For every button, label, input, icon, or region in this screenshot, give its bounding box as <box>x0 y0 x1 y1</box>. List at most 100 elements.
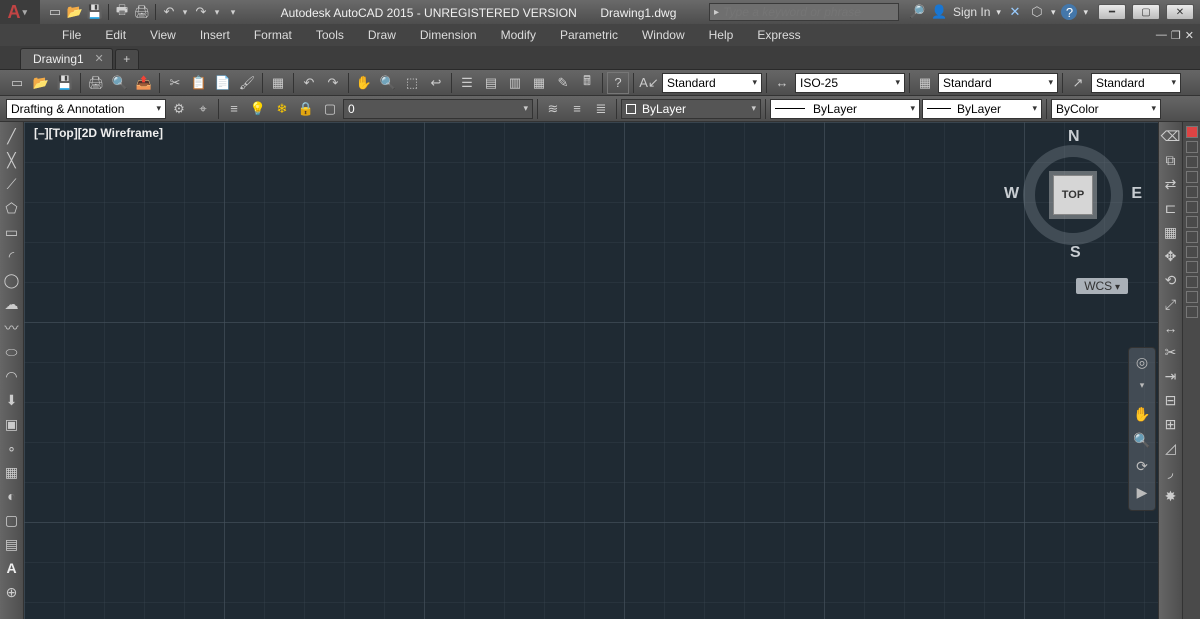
menu-express[interactable]: Express <box>745 24 812 46</box>
zoomwin-icon[interactable]: ⬚ <box>401 72 423 94</box>
palette-item-11[interactable] <box>1186 291 1198 303</box>
publish-icon[interactable]: 📤 <box>133 72 155 94</box>
saveas-icon[interactable]: 🖶 <box>113 3 131 21</box>
tablestyle-icon[interactable]: ▦ <box>914 72 936 94</box>
table-style-combo[interactable]: Standard▾ <box>938 73 1058 93</box>
undo-icon[interactable]: ↶ <box>160 3 178 21</box>
viewcube-top-face[interactable]: TOP <box>1053 175 1093 215</box>
wcs-dropdown[interactable]: WCS ▾ <box>1076 278 1128 294</box>
qnew-icon[interactable]: ▭ <box>6 72 28 94</box>
scale-icon[interactable]: ⤢ <box>1161 294 1181 314</box>
color-control[interactable]: ByLayer▾ <box>621 99 761 119</box>
mtext-icon[interactable]: A <box>2 558 22 578</box>
toolpalettes-icon[interactable]: ▥ <box>504 72 526 94</box>
orbit-icon[interactable]: ⟳ <box>1132 458 1152 478</box>
markup-icon[interactable]: ✎ <box>552 72 574 94</box>
open-icon[interactable]: 📂 <box>66 3 84 21</box>
region-icon[interactable]: ▢ <box>2 510 22 530</box>
copy-icon[interactable]: 📋 <box>188 72 210 94</box>
pline-icon[interactable]: ⟋ <box>2 174 22 194</box>
erase-icon[interactable]: ⌫ <box>1161 126 1181 146</box>
qat-customize-icon[interactable]: ▾ <box>224 3 242 21</box>
compass-e[interactable]: E <box>1131 185 1142 203</box>
point-icon[interactable]: ∘ <box>2 438 22 458</box>
palette-item-9[interactable] <box>1186 261 1198 273</box>
rectangle-icon[interactable]: ▭ <box>2 222 22 242</box>
palette-item-10[interactable] <box>1186 276 1198 288</box>
rotate-icon[interactable]: ⟲ <box>1161 270 1181 290</box>
ellipse-icon[interactable]: ⬭ <box>2 342 22 362</box>
exchange-dd-icon[interactable]: ▾ <box>1051 7 1056 18</box>
menu-format[interactable]: Format <box>242 24 304 46</box>
menu-dimension[interactable]: Dimension <box>408 24 489 46</box>
undo-dd-icon[interactable]: ▾ <box>180 3 190 21</box>
workspace-combo[interactable]: Drafting & Annotation▾ <box>6 99 166 119</box>
palette-item-7[interactable] <box>1186 231 1198 243</box>
menu-modify[interactable]: Modify <box>489 24 548 46</box>
close-button[interactable]: ✕ <box>1166 4 1194 20</box>
menu-help[interactable]: Help <box>697 24 746 46</box>
paste-icon[interactable]: 📄 <box>212 72 234 94</box>
viewcube[interactable]: TOP N S W E <box>1008 130 1138 260</box>
properties-icon[interactable]: ☰ <box>456 72 478 94</box>
palette-item-4[interactable] <box>1186 186 1198 198</box>
table-icon[interactable]: ▤ <box>2 534 22 554</box>
spline-icon[interactable]: 〰 <box>2 318 22 338</box>
minimize-button[interactable]: ━ <box>1098 4 1126 20</box>
addselected-icon[interactable]: ⊕ <box>2 582 22 602</box>
quickcalc-icon[interactable]: 🖩 <box>576 72 598 94</box>
ellipsearc-icon[interactable]: ◠ <box>2 366 22 386</box>
zoomrt-icon[interactable]: 🔍 <box>377 72 399 94</box>
exchange-apps-icon[interactable]: ⬡ <box>1029 4 1045 20</box>
array-icon[interactable]: ▦ <box>1161 222 1181 242</box>
fillet-icon[interactable]: ◞ <box>1161 462 1181 482</box>
menu-parametric[interactable]: Parametric <box>548 24 630 46</box>
zoomprev-icon[interactable]: ↩ <box>425 72 447 94</box>
signin-dd-icon[interactable]: ▾ <box>996 7 1001 18</box>
insert-icon[interactable]: ⬇ <box>2 390 22 410</box>
mleader-style-combo[interactable]: Standard▾ <box>1091 73 1181 93</box>
help-dd-icon[interactable]: ▾ <box>1083 7 1088 18</box>
doc-tab-drawing1[interactable]: Drawing1 ✕ <box>20 48 113 69</box>
hatch-icon[interactable]: ▦ <box>2 462 22 482</box>
palette-item-8[interactable] <box>1186 246 1198 258</box>
doc-tab-close-icon[interactable]: ✕ <box>94 52 103 65</box>
offset-icon[interactable]: ⊏ <box>1161 198 1181 218</box>
revcloud-icon[interactable]: ☁ <box>2 294 22 314</box>
join-icon[interactable]: ⊞ <box>1161 414 1181 434</box>
chamfer-icon[interactable]: ◿ <box>1161 438 1181 458</box>
layerstate1-icon[interactable]: ≋ <box>542 98 564 120</box>
menu-file[interactable]: File <box>50 24 93 46</box>
save-icon[interactable]: 💾 <box>86 3 104 21</box>
compass-n[interactable]: N <box>1068 128 1080 146</box>
dim-style-combo[interactable]: ISO-25▾ <box>795 73 905 93</box>
help-icon[interactable]: ? <box>1061 4 1077 20</box>
tool-palettes-bar[interactable] <box>1182 122 1200 619</box>
doc-restore-icon[interactable]: ❐ <box>1171 29 1181 42</box>
plotstyle-control[interactable]: ByColor▾ <box>1051 99 1161 119</box>
exchange-x-icon[interactable]: ✕ <box>1007 4 1023 20</box>
new-tab-button[interactable]: + <box>115 49 139 69</box>
open2-icon[interactable]: 📂 <box>30 72 52 94</box>
undo2-icon[interactable]: ↶ <box>298 72 320 94</box>
textstyle-icon[interactable]: A↙ <box>638 72 660 94</box>
pan2-icon[interactable]: ✋ <box>1132 406 1152 426</box>
text-style-combo[interactable]: Standard▾ <box>662 73 762 93</box>
circle-icon[interactable]: ◯ <box>2 270 22 290</box>
menu-window[interactable]: Window <box>630 24 697 46</box>
save2-icon[interactable]: 💾 <box>54 72 76 94</box>
menu-edit[interactable]: Edit <box>93 24 138 46</box>
workspace-settings-icon[interactable]: ⚙ <box>168 98 190 120</box>
palette-item-3[interactable] <box>1186 171 1198 183</box>
palette-handle-icon[interactable] <box>1186 126 1198 138</box>
layer-control[interactable]: 0▾ <box>343 99 533 119</box>
maximize-button[interactable]: ▢ <box>1132 4 1160 20</box>
mleaderstyle-icon[interactable]: ↗ <box>1067 72 1089 94</box>
redo-icon[interactable]: ↷ <box>192 3 210 21</box>
palette-item-1[interactable] <box>1186 141 1198 153</box>
new-icon[interactable]: ▭ <box>46 3 64 21</box>
palette-item-6[interactable] <box>1186 216 1198 228</box>
lineweight-control[interactable]: ByLayer▾ <box>922 99 1042 119</box>
menu-view[interactable]: View <box>138 24 188 46</box>
ssm-icon[interactable]: ▦ <box>528 72 550 94</box>
